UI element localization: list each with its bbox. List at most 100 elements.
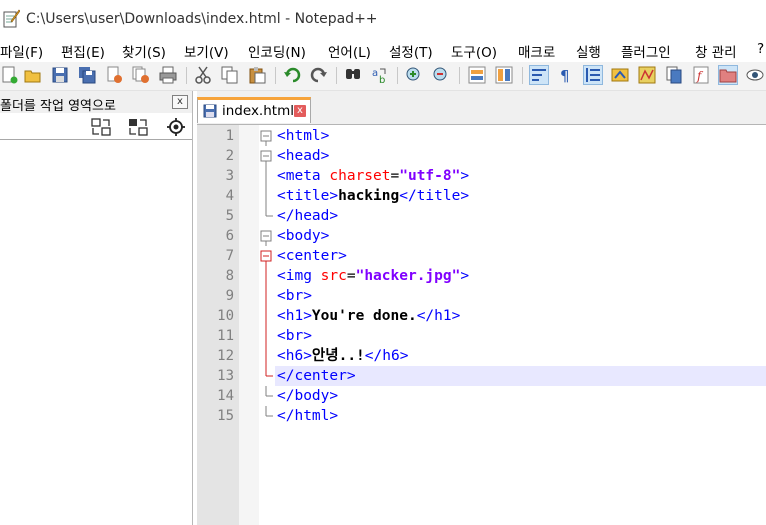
open-file-icon[interactable] xyxy=(24,66,42,84)
bookmark-margin[interactable] xyxy=(239,125,259,525)
code-line[interactable]: <br> xyxy=(277,326,312,346)
menu-window[interactable]: 창 관리 xyxy=(695,41,737,61)
replace-icon[interactable]: ab xyxy=(371,66,389,84)
code-line[interactable]: <img src="hacker.jpg"> xyxy=(277,266,469,286)
code-token: <h6> xyxy=(277,348,312,364)
code-line[interactable]: </center> xyxy=(277,366,356,386)
code-token: </h1> xyxy=(416,308,461,324)
code-line[interactable]: <title>hacking</title> xyxy=(277,186,469,206)
code-line[interactable]: </head> xyxy=(277,206,338,226)
folder-workspace-icon[interactable] xyxy=(718,65,738,85)
code-token: = xyxy=(390,168,400,184)
fold-toggle-icon[interactable] xyxy=(260,230,272,242)
line-number: 10 xyxy=(217,308,234,324)
code-token: hacking xyxy=(338,188,400,204)
undo-icon[interactable] xyxy=(283,66,301,84)
new-file-icon[interactable] xyxy=(0,66,18,84)
menu-search[interactable]: 찾기(S) xyxy=(122,41,166,61)
fold-toggle-icon[interactable] xyxy=(260,250,272,262)
fold-margin[interactable] xyxy=(259,125,275,525)
udl-icon[interactable] xyxy=(611,66,629,84)
code-token: <meta xyxy=(277,168,330,184)
menu-encoding[interactable]: 인코딩(N) xyxy=(248,41,306,61)
code-token: <br> xyxy=(277,328,312,344)
svg-text:¶: ¶ xyxy=(560,67,570,84)
code-line[interactable]: <head> xyxy=(277,146,329,166)
code-token: </title> xyxy=(399,188,470,204)
code-token: "utf-8" xyxy=(399,168,461,184)
toolbar: ab ¶ f xyxy=(0,62,766,91)
code-token: <br> xyxy=(277,288,312,304)
sync-vertical-icon[interactable] xyxy=(468,66,486,84)
folder-workspace-panel: 폴더를 작업 영역으로 x xyxy=(0,91,193,525)
show-all-chars-icon[interactable]: ¶ xyxy=(557,66,575,84)
toolbar-separator xyxy=(275,67,276,84)
code-line[interactable]: <center> xyxy=(277,246,347,266)
code-token: "hacker.jpg" xyxy=(355,268,461,284)
save-all-icon[interactable] xyxy=(78,66,96,84)
locate-icon[interactable] xyxy=(166,118,186,136)
toolbar-separator xyxy=(522,67,523,84)
code-line[interactable]: </body> xyxy=(277,386,338,406)
zoom-in-icon[interactable] xyxy=(405,66,423,84)
close-icon[interactable] xyxy=(105,66,123,84)
monitoring-icon[interactable] xyxy=(746,66,764,84)
panel-close-button[interactable]: x xyxy=(172,95,188,109)
fold-toggle-icon[interactable] xyxy=(260,150,272,162)
code-line[interactable]: <meta charset="utf-8"> xyxy=(277,166,469,186)
code-token: <h1> xyxy=(277,308,312,324)
line-number: 14 xyxy=(217,388,234,404)
fold-toggle-icon[interactable] xyxy=(260,130,272,142)
sync-horizontal-icon[interactable] xyxy=(495,66,513,84)
redo-icon[interactable] xyxy=(310,66,328,84)
expand-all-icon[interactable] xyxy=(128,118,148,136)
collapse-all-icon[interactable] xyxy=(91,118,111,136)
function-list-icon[interactable]: f xyxy=(692,66,710,84)
line-number: 8 xyxy=(225,268,234,284)
svg-text:a: a xyxy=(372,68,378,79)
toolbar-separator xyxy=(459,67,460,84)
menu-macro[interactable]: 매크로 xyxy=(518,41,555,61)
save-icon[interactable] xyxy=(51,66,69,84)
code-token: charset xyxy=(329,168,391,184)
menu-language[interactable]: 언어(L) xyxy=(328,41,371,61)
copy-icon[interactable] xyxy=(221,66,239,84)
code-line[interactable]: <h1>You're done.</h1> xyxy=(277,306,460,326)
code-token: </center> xyxy=(277,368,356,384)
menu-plugins[interactable]: 플러그인 xyxy=(621,41,671,61)
code-token: You're done. xyxy=(311,308,417,324)
code-line[interactable]: <body> xyxy=(277,226,329,246)
menu-tools[interactable]: 도구(O) xyxy=(451,41,497,61)
line-number: 4 xyxy=(225,188,234,204)
menu-file[interactable]: 파일(F) xyxy=(0,41,43,61)
menu-settings[interactable]: 설정(T) xyxy=(389,41,433,61)
menu-run[interactable]: 실행 xyxy=(576,41,601,61)
menu-edit[interactable]: 편집(E) xyxy=(61,41,105,61)
close-all-icon[interactable] xyxy=(132,66,150,84)
menu-view[interactable]: 보기(V) xyxy=(184,41,229,61)
tab-index-html[interactable]: index.html x xyxy=(197,97,311,123)
indent-guide-icon[interactable] xyxy=(583,65,603,85)
doc-map-icon[interactable] xyxy=(638,66,656,84)
code-line[interactable]: <br> xyxy=(277,286,312,306)
paste-icon[interactable] xyxy=(248,66,266,84)
line-number: 9 xyxy=(225,288,234,304)
tab-close-button[interactable]: x xyxy=(294,105,306,117)
folder-tree[interactable] xyxy=(0,140,192,525)
word-wrap-icon[interactable] xyxy=(529,65,549,85)
code-line[interactable]: </html> xyxy=(277,406,338,426)
cut-icon[interactable] xyxy=(194,66,212,84)
print-icon[interactable] xyxy=(159,66,177,84)
find-icon[interactable] xyxy=(344,66,362,84)
code-line[interactable]: <html> xyxy=(277,126,329,146)
line-number: 1 xyxy=(225,128,234,144)
code-line[interactable]: <h6>안녕..!</h6> xyxy=(277,346,408,366)
code-editor[interactable]: 1 <html> 2 <head> 3 <meta charset="utf-8"> 4 <t… xyxy=(197,125,766,525)
line-number: 2 xyxy=(225,148,234,164)
zoom-out-icon[interactable] xyxy=(432,66,450,84)
doc-list-icon[interactable] xyxy=(665,66,683,84)
code-token: </h6> xyxy=(364,348,409,364)
line-number: 3 xyxy=(225,168,234,184)
title-bar: C:\Users\user\Downloads\index.html - Not… xyxy=(0,0,766,38)
menu-help[interactable]: ? xyxy=(757,41,764,57)
